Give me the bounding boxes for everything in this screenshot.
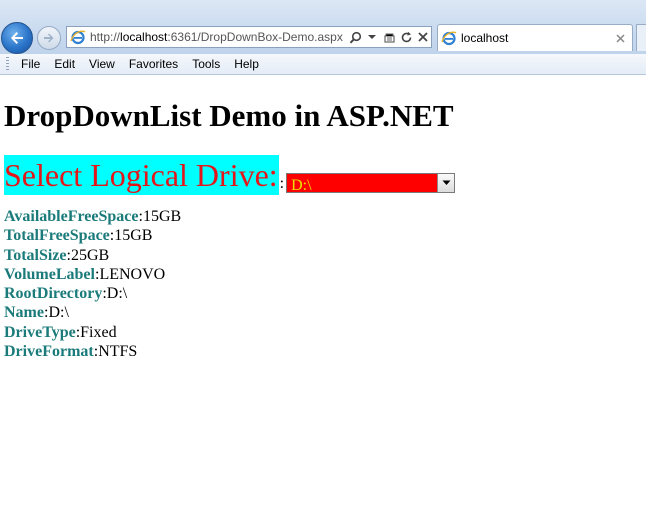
prop-key: TotalFreeSpace	[4, 227, 110, 245]
page-title: DropDownList Demo in ASP.NET	[4, 98, 454, 133]
url-path: :6361/DropDownBox-Demo.aspx	[167, 30, 343, 44]
stop-icon[interactable]	[416, 30, 430, 44]
forward-arrow-icon	[44, 33, 54, 43]
page-content: DropDownList Demo in ASP.NET Select Logi…	[4, 76, 644, 361]
tab-title: localhost	[461, 31, 509, 45]
prop-row-available-free-space: AvailableFreeSpace:15GB	[4, 207, 644, 226]
prop-row-total-size: TotalSize:25GB	[4, 246, 644, 265]
menu-edit[interactable]: Edit	[47, 54, 82, 75]
prop-key: DriveFormat	[4, 343, 94, 361]
toolbar-grip	[6, 57, 9, 71]
tab-localhost[interactable]: localhost	[437, 24, 633, 51]
drive-dropdown-value: D:\	[291, 177, 312, 194]
prop-key: DriveType	[4, 323, 76, 341]
select-colon: :	[279, 175, 285, 192]
search-icon[interactable]	[348, 30, 362, 44]
prop-value: 25GB	[70, 246, 110, 264]
drive-properties: AvailableFreeSpace:15GB TotalFreeSpace:1…	[4, 207, 644, 361]
prop-row-volume-label: VolumeLabel:LENOVO	[4, 265, 644, 284]
prop-value: D:\	[48, 304, 69, 322]
back-button[interactable]	[1, 22, 33, 54]
menu-bar: File Edit View Favorites Tools Help	[0, 54, 646, 75]
back-arrow-icon	[11, 32, 23, 44]
new-tab-button[interactable]	[636, 24, 646, 51]
prop-row-name: Name:D:\	[4, 303, 644, 322]
prop-value: D:\	[106, 285, 128, 303]
prop-row-root-directory: RootDirectory:D:\	[4, 284, 644, 303]
ie-icon	[441, 30, 457, 46]
prop-value: Fixed	[80, 323, 117, 341]
prop-key: TotalSize	[4, 246, 67, 264]
select-drive-label: Select Logical Drive:	[4, 155, 279, 195]
drive-select-row: Select Logical Drive: : D:\	[4, 153, 644, 195]
prop-key: AvailableFreeSpace	[4, 208, 139, 225]
menu-tools[interactable]: Tools	[185, 54, 227, 75]
prop-row-drive-type: DriveType:Fixed	[4, 323, 644, 342]
url-prefix: http://	[90, 30, 121, 44]
address-bar[interactable]: http://localhost:6361/DropDownBox-Demo.a…	[66, 26, 432, 48]
menu-view[interactable]: View	[82, 54, 122, 75]
menu-favorites[interactable]: Favorites	[122, 54, 185, 75]
prop-value: 15GB	[142, 208, 182, 225]
prop-value: 15GB	[114, 227, 153, 245]
url-host: localhost	[120, 30, 168, 44]
refresh-icon[interactable]	[399, 30, 413, 44]
tab-close-icon[interactable]	[613, 31, 627, 45]
ie-icon	[70, 29, 86, 45]
prop-row-total-free-space: TotalFreeSpace:15GB	[4, 226, 644, 245]
forward-button[interactable]	[37, 26, 61, 50]
menu-file[interactable]: File	[14, 54, 47, 75]
prop-key: RootDirectory	[4, 285, 103, 303]
dropdown-arrow-icon[interactable]	[365, 30, 379, 44]
browser-chrome: http://localhost:6361/DropDownBox-Demo.a…	[0, 0, 646, 54]
menu-help[interactable]: Help	[227, 54, 266, 75]
compatibility-icon[interactable]	[382, 30, 396, 44]
prop-key: VolumeLabel	[4, 265, 95, 283]
url-text[interactable]: http://localhost:6361/DropDownBox-Demo.a…	[90, 30, 346, 44]
address-tools	[348, 30, 430, 44]
chevron-down-icon[interactable]	[437, 174, 455, 192]
prop-value: LENOVO	[99, 265, 166, 283]
prop-key: Name	[4, 304, 44, 322]
prop-value: NTFS	[98, 343, 138, 361]
drive-dropdown[interactable]: D:\	[286, 173, 456, 194]
prop-row-drive-format: DriveFormat:NTFS	[4, 342, 644, 361]
